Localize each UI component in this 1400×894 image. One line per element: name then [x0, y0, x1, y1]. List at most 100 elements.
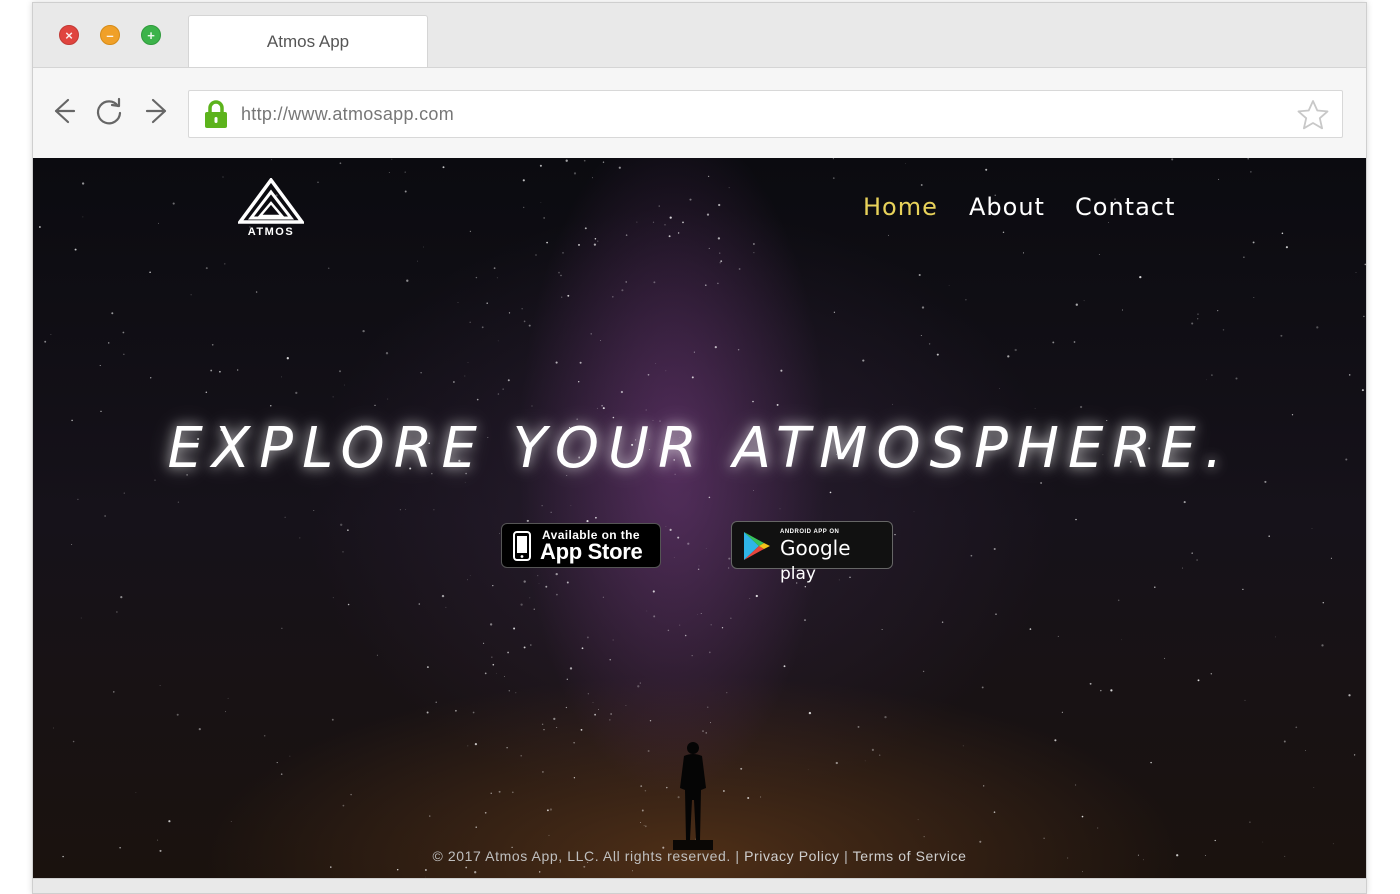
- star-dot: [832, 177, 835, 179]
- star-dot: [985, 168, 988, 171]
- star-dot: [998, 388, 1000, 389]
- star-dot: [755, 594, 758, 598]
- star-dot: [77, 498, 79, 501]
- star-dot: [705, 548, 707, 550]
- star-dot: [225, 711, 227, 713]
- footer-separator: |: [844, 848, 849, 864]
- star-dot: [556, 593, 558, 596]
- star-dot: [506, 747, 508, 749]
- star-dot: [1014, 348, 1017, 352]
- star-dot: [1082, 871, 1083, 873]
- nav-home[interactable]: Home: [863, 193, 938, 221]
- forward-arrow-icon[interactable]: [143, 96, 173, 126]
- star-dot: [679, 624, 681, 626]
- star-dot: [597, 240, 599, 242]
- star-dot: [780, 369, 783, 372]
- star-dot: [420, 372, 422, 374]
- star-dot: [578, 381, 580, 383]
- star-dot: [747, 796, 750, 800]
- footer-copyright: © 2017 Atmos App, LLC. All rights reserv…: [432, 848, 731, 864]
- back-arrow-icon[interactable]: [48, 96, 78, 126]
- star-dot: [1197, 318, 1199, 320]
- star-dot: [708, 651, 711, 654]
- app-store-button[interactable]: Available on the App Store: [501, 523, 661, 568]
- star-dot: [537, 575, 539, 577]
- star-dot: [643, 825, 645, 826]
- star-dot: [719, 262, 721, 264]
- browser-window: × – + Atmos App http://www.atmosapp.com: [32, 2, 1367, 894]
- star-dot: [172, 202, 175, 205]
- star-dot: [270, 405, 272, 407]
- webpage-hero: ATMOS Home About Contact EXPLORE YOUR AT…: [33, 158, 1366, 878]
- star-dot: [640, 785, 643, 787]
- star-dot: [338, 370, 342, 373]
- terms-of-service-link[interactable]: Terms of Service: [853, 848, 967, 864]
- star-dot: [529, 597, 531, 599]
- star-dot: [80, 617, 82, 619]
- hero-headline: EXPLORE YOUR ATMOSPHERE.: [167, 416, 1232, 481]
- star-dot: [573, 742, 575, 744]
- star-dot: [543, 729, 545, 731]
- star-dot: [467, 362, 469, 363]
- star-dot: [1322, 601, 1325, 604]
- minimize-icon[interactable]: –: [100, 25, 120, 45]
- star-dot: [237, 369, 239, 371]
- person-silhouette: [673, 742, 713, 850]
- star-dot: [424, 869, 427, 871]
- star-dot: [385, 352, 389, 355]
- star-dot: [719, 252, 721, 254]
- star-dot: [502, 388, 504, 390]
- star-dot: [728, 567, 730, 569]
- close-icon[interactable]: ×: [59, 25, 79, 45]
- nav-about[interactable]: About: [969, 193, 1045, 221]
- google-play-button[interactable]: ANDROID APP ON Google play: [731, 521, 893, 584]
- star-dot: [405, 509, 407, 510]
- star-dot: [922, 670, 925, 673]
- google-play-line2: Google play: [780, 536, 892, 584]
- star-dot: [653, 615, 656, 618]
- star-dot: [433, 509, 435, 511]
- star-dot: [920, 184, 923, 186]
- star-dot: [466, 579, 468, 581]
- star-dot: [1355, 271, 1357, 273]
- nav-contact[interactable]: Contact: [1075, 193, 1175, 221]
- star-dot: [708, 496, 711, 499]
- star-dot: [1040, 482, 1043, 484]
- star-icon[interactable]: [1296, 99, 1330, 131]
- star-dot: [923, 836, 925, 838]
- star-dot: [1083, 300, 1085, 302]
- star-dot: [1150, 761, 1152, 764]
- address-bar[interactable]: http://www.atmosapp.com: [188, 90, 1343, 138]
- star-dot: [1164, 657, 1166, 659]
- star-dot: [625, 281, 627, 283]
- star-dot: [497, 340, 499, 342]
- star-dot: [545, 585, 548, 588]
- browser-tab[interactable]: Atmos App: [188, 15, 428, 68]
- star-dot: [113, 691, 115, 693]
- url-text[interactable]: http://www.atmosapp.com: [241, 104, 454, 125]
- star-dot: [752, 243, 755, 245]
- star-dot: [647, 373, 650, 376]
- google-play-icon: [744, 532, 770, 560]
- star-dot: [1154, 586, 1156, 588]
- star-dot: [1280, 334, 1283, 337]
- privacy-policy-link[interactable]: Privacy Policy: [744, 848, 840, 864]
- star-dot: [677, 232, 680, 234]
- star-dot: [594, 238, 597, 240]
- star-dot: [1196, 559, 1198, 561]
- star-dot: [705, 732, 707, 734]
- star-dot: [271, 159, 273, 161]
- star-dot: [475, 826, 477, 828]
- atmos-logo[interactable]: ATMOS: [236, 177, 306, 242]
- star-dot: [455, 709, 457, 712]
- star-dot: [697, 568, 700, 571]
- star-dot: [1281, 232, 1284, 235]
- maximize-icon[interactable]: +: [141, 25, 161, 45]
- star-dot: [1100, 689, 1102, 692]
- reload-icon[interactable]: [94, 96, 124, 126]
- star-dot: [426, 666, 429, 669]
- star-dot: [263, 734, 266, 737]
- star-dot: [1218, 178, 1220, 180]
- star-dot: [1262, 841, 1264, 843]
- star-dot: [107, 342, 110, 344]
